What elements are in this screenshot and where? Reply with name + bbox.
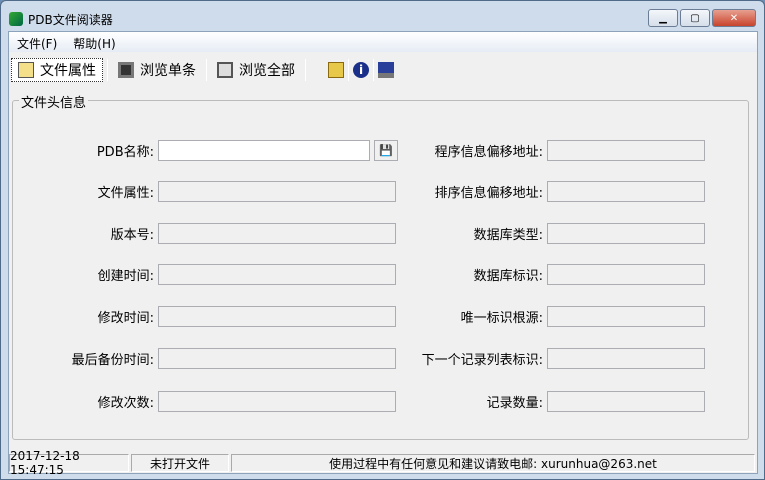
field-input[interactable] (547, 390, 705, 412)
status-bar: 2017-12-18 15:47:15 未打开文件 使用过程中有任何意见和建议请… (9, 449, 757, 477)
group-title: 文件头信息 (19, 92, 89, 111)
field-row: 数据库类型: (313, 222, 705, 244)
tab-browse-single[interactable]: 浏览单条 (112, 58, 202, 82)
field-row: 唯一标识根源: (313, 305, 705, 327)
tab-browse-all[interactable]: 浏览全部 (211, 58, 301, 82)
field-label: 最后备份时间: (71, 352, 154, 368)
field-label: 修改时间: (97, 310, 154, 326)
field-label: 程序信息偏移地址: (434, 144, 543, 160)
title-bar: PDB文件阅读器 (9, 9, 113, 29)
tab-file-props[interactable]: 文件属性 (11, 58, 103, 82)
field-input[interactable] (547, 263, 705, 285)
field-label: PDB名称: (96, 144, 154, 160)
field-label: 修改次数: (97, 395, 154, 411)
menu-file[interactable]: 文件(F) (9, 32, 65, 52)
field-label: 唯一标识根源: (460, 310, 543, 326)
menu-help[interactable]: 帮助(H) (65, 32, 123, 52)
field-row: 下一个记录列表标识: (313, 347, 705, 369)
field-label: 下一个记录列表标识: (421, 352, 543, 368)
app-icon (9, 12, 23, 26)
field-input[interactable] (547, 222, 705, 244)
file-header-group: 文件头信息 PDB名称: 💾 程序信息偏移地址: 文件属性: 排序信息偏移地址: 版本号:… (12, 92, 749, 440)
minimize-button[interactable]: ▁ (648, 9, 678, 27)
toolbar: 文件属性 浏览单条 浏览全部 i (9, 56, 757, 84)
field-row: 数据库标识: (313, 263, 705, 285)
status-file-state: 未打开文件 (131, 454, 229, 472)
document-icon (18, 62, 34, 78)
field-label: 记录数量: (486, 395, 543, 411)
close-button[interactable]: ✕ (712, 9, 756, 27)
field-label: 数据库标识: (473, 268, 543, 284)
open-folder-icon[interactable] (328, 62, 344, 78)
menu-bar: 文件(F) 帮助(H) (9, 32, 757, 52)
field-input[interactable] (547, 139, 705, 161)
records-icon (217, 62, 233, 78)
field-label: 排序信息偏移地址: (434, 185, 543, 201)
main-window: PDB文件阅读器 ▁ ▢ ✕ 文件(F) 帮助(H) 文件属性 浏览单条 浏览全… (0, 0, 765, 480)
record-icon (118, 62, 134, 78)
window-title: PDB文件阅读器 (28, 12, 113, 27)
exit-icon[interactable] (378, 62, 394, 78)
field-input[interactable] (547, 180, 705, 202)
field-row: 程序信息偏移地址: (313, 139, 705, 161)
maximize-button[interactable]: ▢ (680, 9, 710, 27)
field-label: 创建时间: (97, 268, 154, 284)
field-row: 记录数量: (313, 390, 705, 412)
field-input[interactable] (547, 305, 705, 327)
field-label: 数据库类型: (473, 227, 543, 243)
status-datetime: 2017-12-18 15:47:15 (9, 449, 129, 477)
field-label: 文件属性: (97, 185, 154, 201)
info-icon[interactable]: i (353, 62, 369, 78)
field-row: 排序信息偏移地址: (313, 180, 705, 202)
status-message: 使用过程中有任何意见和建议请致电邮: xurunhua@263.net (231, 454, 755, 472)
field-input[interactable] (547, 347, 705, 369)
field-label: 版本号: (110, 227, 154, 243)
